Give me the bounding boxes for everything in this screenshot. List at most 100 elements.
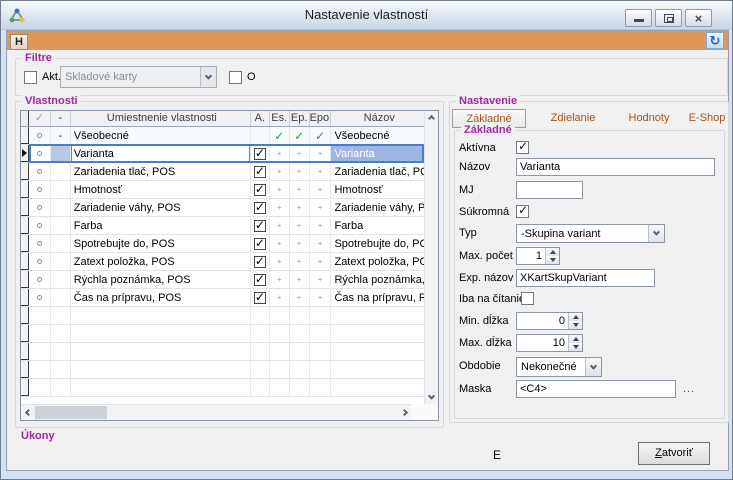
cell-a <box>251 145 270 162</box>
header-umiestnenie[interactable]: Umiestnenie vlastnosti <box>71 111 251 126</box>
table-row[interactable]: Spotrebujte do, POS+++Spotrebujte do, PO… <box>21 235 424 253</box>
table-empty-row[interactable] <box>21 307 424 325</box>
cell-marker <box>29 271 51 288</box>
maska-field[interactable] <box>516 380 676 398</box>
aktivna-checkbox[interactable] <box>516 141 529 154</box>
table-row[interactable]: Varianta+++Varianta <box>21 145 424 163</box>
exp-nazov-field[interactable] <box>516 269 655 287</box>
cell-collapse <box>51 379 71 396</box>
table-row[interactable]: -Všeobecné✓✓✓Všeobecné <box>21 127 424 145</box>
header-check-icon[interactable]: ✓ <box>29 111 51 126</box>
h-button[interactable]: H <box>10 34 28 50</box>
vertical-scrollbar[interactable] <box>424 111 438 404</box>
cell-collapse <box>51 181 71 198</box>
min-dlzka-value: 0 <box>517 313 568 329</box>
max-dlzka-stepper[interactable]: 10 <box>516 334 583 352</box>
plus-mark-icon <box>270 343 290 360</box>
restore-button[interactable] <box>655 9 682 27</box>
cell-a-checkbox[interactable] <box>254 256 266 268</box>
table-row[interactable]: Hmotnosť+++Hmotnosť <box>21 181 424 199</box>
record-marker-icon <box>37 223 42 228</box>
toolbar: H ↻ <box>7 31 728 50</box>
table-row[interactable]: Zatext položka, POS+++Zatext položka, PO… <box>21 253 424 271</box>
scroll-left-icon[interactable] <box>21 405 35 420</box>
table-empty-row[interactable] <box>21 343 424 361</box>
table-row[interactable]: Zariadenia tlač, POS+++Zariadenia tlač, … <box>21 163 424 181</box>
max-pocet-stepper[interactable]: 1 <box>516 247 560 265</box>
mj-field[interactable] <box>516 181 583 199</box>
tab-eshop[interactable]: E-Shop <box>688 109 726 128</box>
cell-a-checkbox[interactable] <box>254 220 266 232</box>
category-dropdown-button[interactable] <box>200 67 216 87</box>
restore-icon <box>664 14 674 23</box>
table-empty-row[interactable] <box>21 325 424 343</box>
cell-a-checkbox[interactable] <box>254 184 266 196</box>
header-a[interactable]: A. <box>251 111 270 126</box>
spin-up-icon[interactable] <box>569 313 582 321</box>
header-nazov[interactable]: Názov <box>331 111 424 126</box>
cell-nazov: Zariadenie váhy, POS <box>331 199 424 216</box>
scroll-up-icon[interactable] <box>425 111 438 125</box>
plus-mark-icon <box>290 361 310 378</box>
min-dlzka-stepper[interactable]: 0 <box>516 312 583 330</box>
cell-a <box>251 163 270 180</box>
header-dash[interactable]: - <box>51 111 71 126</box>
akt-checkbox[interactable] <box>24 71 37 84</box>
close-button[interactable]: × <box>685 9 712 27</box>
scroll-right-icon[interactable] <box>397 405 411 420</box>
typ-dropdown-button[interactable] <box>648 225 664 242</box>
header-epo[interactable]: Epo. <box>310 111 332 126</box>
table-row[interactable]: Rýchla poznámka, POS+++Rýchla poznámka, … <box>21 271 424 289</box>
horizontal-scrollbar[interactable] <box>21 404 411 420</box>
cell-marker <box>29 181 51 198</box>
cell-a-checkbox[interactable] <box>254 292 266 304</box>
cell-a-checkbox[interactable] <box>254 238 266 250</box>
cell-a-checkbox[interactable] <box>254 166 266 178</box>
refresh-icon[interactable]: ↻ <box>706 32 724 49</box>
tab-zdielanie[interactable]: Zdielanie <box>538 109 608 128</box>
scrollbar-thumb[interactable] <box>35 406 107 419</box>
dialog-window: Nastavenie vlastností × H ↻ Filtre Akt. … <box>0 0 733 480</box>
nazov-field[interactable] <box>516 158 715 176</box>
record-marker-icon <box>37 151 42 156</box>
cell-umiestnenie: Rýchla poznámka, POS <box>71 271 251 288</box>
plus-mark-icon: + <box>310 271 332 288</box>
table-empty-row[interactable] <box>21 361 424 379</box>
row-indicator <box>21 289 29 306</box>
spin-up-icon[interactable] <box>569 335 582 343</box>
minimize-button[interactable] <box>625 9 652 27</box>
cell-a-checkbox[interactable] <box>254 148 266 160</box>
chevron-down-icon <box>590 362 597 369</box>
table-row[interactable]: Zariadenie váhy, POS+++Zariadenie váhy, … <box>21 199 424 217</box>
cell-collapse <box>51 307 71 324</box>
table-row[interactable]: Farba+++Farba <box>21 217 424 235</box>
spin-down-icon[interactable] <box>569 321 582 329</box>
plus-mark-icon: + <box>310 235 332 252</box>
spin-down-icon[interactable] <box>569 343 582 351</box>
maska-more-button[interactable]: ... <box>683 383 695 395</box>
spin-up-icon[interactable] <box>546 248 559 256</box>
cell-collapse <box>51 253 71 270</box>
sukromna-checkbox[interactable] <box>516 205 529 218</box>
zatvorit-button[interactable]: Zatvoriť <box>638 442 710 465</box>
obdobie-dropdown-button[interactable] <box>585 358 601 376</box>
table-row[interactable]: Čas na prípravu, POS+++Čas na prípravu, … <box>21 289 424 307</box>
spin-down-icon[interactable] <box>546 256 559 264</box>
cell-a-checkbox[interactable] <box>254 274 266 286</box>
row-indicator <box>21 325 29 342</box>
table-empty-row[interactable] <box>21 379 424 397</box>
typ-dropdown[interactable]: -Skupina variant <box>516 224 665 243</box>
obdobie-dropdown[interactable]: Nekonečné <box>516 357 602 377</box>
scroll-down-icon[interactable] <box>425 390 438 404</box>
plus-mark-icon: + <box>270 181 290 198</box>
header-es[interactable]: Es. <box>270 111 290 126</box>
header-gutter <box>21 111 29 126</box>
iba-na-citanie-checkbox[interactable] <box>521 292 534 305</box>
tab-hodnoty[interactable]: Hodnoty <box>618 109 680 128</box>
header-ep[interactable]: Ep. <box>290 111 310 126</box>
cell-a-checkbox[interactable] <box>254 202 266 214</box>
o-checkbox[interactable] <box>229 71 242 84</box>
row-indicator <box>21 361 29 378</box>
cell-collapse <box>51 163 71 180</box>
category-dropdown[interactable]: Skladové karty <box>60 66 217 88</box>
